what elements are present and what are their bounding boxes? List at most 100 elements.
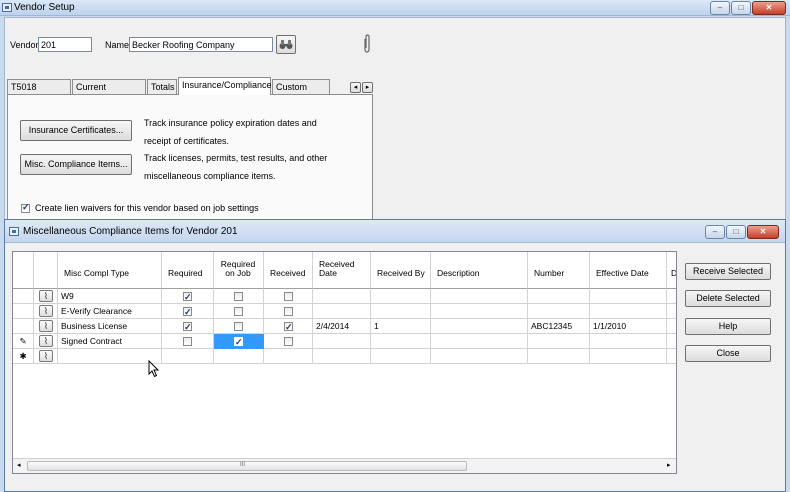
grid-cell-d[interactable]: [667, 349, 676, 364]
grid-cell-required[interactable]: [162, 304, 214, 319]
grid-cell-number[interactable]: [528, 289, 590, 304]
grid-cell-d[interactable]: [667, 319, 676, 334]
grid-cell-received[interactable]: [264, 319, 313, 334]
vendor-name-input[interactable]: [129, 37, 273, 52]
scroll-right-icon[interactable]: ▸: [667, 461, 671, 469]
col-header-effective-date[interactable]: Effective Date: [590, 252, 667, 289]
dialog-minimize-icon[interactable]: –: [705, 225, 725, 239]
grid-cell-d[interactable]: [667, 334, 676, 349]
grid-cell-type[interactable]: Business License: [58, 319, 162, 334]
checkbox-received[interactable]: [284, 307, 293, 316]
grid-cell-effective-date[interactable]: [590, 289, 667, 304]
delete-selected-button[interactable]: Delete Selected: [685, 290, 771, 307]
checkbox-received[interactable]: [284, 292, 293, 301]
grid-cell-description[interactable]: [431, 289, 528, 304]
tab-totals[interactable]: Totals: [147, 79, 177, 95]
grid-cell-received-date[interactable]: [313, 349, 371, 364]
grid-cell-received-date[interactable]: [313, 304, 371, 319]
tab-scroll-right-icon[interactable]: ▸: [362, 82, 373, 93]
grid-cell-received-date[interactable]: 2/4/2014: [313, 319, 371, 334]
paperclip-attachment-icon[interactable]: [362, 34, 372, 54]
tab-current-balances[interactable]: Current Balances: [72, 79, 146, 107]
scroll-left-icon[interactable]: ◂: [17, 461, 21, 469]
grid-cell-number[interactable]: [528, 304, 590, 319]
col-header-required-on-job[interactable]: Required on Job: [214, 252, 264, 289]
dialog-close-icon[interactable]: ✕: [747, 225, 779, 239]
paperclip-icon[interactable]: ⌇: [39, 335, 53, 347]
col-header-required[interactable]: Required: [162, 252, 214, 289]
close-button[interactable]: Close: [685, 345, 771, 362]
grid-cell-received-by[interactable]: [371, 304, 431, 319]
grid-cell-received[interactable]: [264, 289, 313, 304]
grid-cell-type[interactable]: [58, 349, 162, 364]
checkbox-received[interactable]: [284, 337, 293, 346]
grid-cell-effective-date[interactable]: [590, 334, 667, 349]
grid-cell-required-on-job[interactable]: [214, 289, 264, 304]
grid-cell-number[interactable]: [528, 349, 590, 364]
checkbox-required[interactable]: [183, 320, 192, 333]
checkbox-required-on-job[interactable]: [234, 335, 243, 348]
paperclip-icon[interactable]: ⌇: [39, 350, 53, 362]
grid-cell-received-date[interactable]: [313, 289, 371, 304]
paperclip-icon[interactable]: ⌇: [39, 305, 53, 317]
grid-cell-received-by[interactable]: [371, 349, 431, 364]
grid-cell-description[interactable]: [431, 334, 528, 349]
grid-cell-required[interactable]: [162, 289, 214, 304]
checkbox-received[interactable]: [284, 320, 293, 333]
grid-cell-received[interactable]: [264, 304, 313, 319]
horizontal-scrollbar[interactable]: ◂ III ▸: [13, 458, 676, 473]
vendor-number-input[interactable]: [38, 37, 92, 52]
grid-cell-number[interactable]: ABC12345: [528, 319, 590, 334]
misc-compliance-items-button[interactable]: Misc. Compliance Items...: [20, 154, 132, 175]
col-header-received-date[interactable]: Received Date: [313, 252, 371, 289]
tab-scroll-left-icon[interactable]: ◂: [350, 82, 361, 93]
insurance-certificates-button[interactable]: Insurance Certificates...: [20, 120, 132, 141]
scroll-thumb[interactable]: III: [27, 461, 467, 471]
grid-cell-received-by[interactable]: [371, 334, 431, 349]
grid-cell-required[interactable]: [162, 334, 214, 349]
grid-cell-description[interactable]: [431, 319, 528, 334]
grid-cell-required[interactable]: [162, 319, 214, 334]
grid-cell-effective-date[interactable]: [590, 304, 667, 319]
grid-cell-type[interactable]: Signed Contract: [58, 334, 162, 349]
grid-cell-d[interactable]: [667, 304, 676, 319]
col-header-received-by[interactable]: Received By: [371, 252, 431, 289]
grid-cell-description[interactable]: [431, 304, 528, 319]
help-button[interactable]: Help: [685, 318, 771, 335]
paperclip-icon[interactable]: ⌇: [39, 320, 53, 332]
col-header-misc-compl-type[interactable]: Misc Compl Type: [58, 252, 162, 289]
grid-cell-d[interactable]: [667, 289, 676, 304]
grid-cell-required-on-job[interactable]: [214, 319, 264, 334]
col-header-description[interactable]: Description: [431, 252, 528, 289]
tab-t5018-settings[interactable]: T5018 Settings: [7, 79, 71, 107]
close-icon[interactable]: ✕: [752, 1, 786, 15]
binoculars-lookup-button[interactable]: [276, 35, 296, 54]
dialog-maximize-icon[interactable]: □: [726, 225, 746, 239]
col-header-number[interactable]: Number: [528, 252, 590, 289]
grid-cell-received[interactable]: [264, 349, 313, 364]
grid-cell-effective-date[interactable]: 1/1/2010: [590, 319, 667, 334]
checkbox-required[interactable]: [183, 305, 192, 318]
checkbox-required[interactable]: [183, 337, 192, 346]
checkbox-required[interactable]: [183, 290, 192, 303]
grid-cell-required-on-job[interactable]: [214, 349, 264, 364]
grid-cell-required[interactable]: [162, 349, 214, 364]
grid-cell-type[interactable]: E-Verify Clearance: [58, 304, 162, 319]
grid-cell-received[interactable]: [264, 334, 313, 349]
grid-cell-required-on-job[interactable]: [214, 334, 264, 349]
col-header-received[interactable]: Received: [264, 252, 313, 289]
grid-cell-received-by[interactable]: [371, 289, 431, 304]
grid-cell-number[interactable]: [528, 334, 590, 349]
col-header-d[interactable]: D: [667, 252, 676, 289]
checkbox-required-on-job[interactable]: [234, 322, 243, 331]
receive-selected-button[interactable]: Receive Selected: [685, 263, 771, 280]
grid-cell-effective-date[interactable]: [590, 349, 667, 364]
grid-cell-received-date[interactable]: [313, 334, 371, 349]
tab-insurance-compliance[interactable]: Insurance/Compliance: [178, 77, 272, 95]
grid-cell-required-on-job[interactable]: [214, 304, 264, 319]
grid-cell-description[interactable]: [431, 349, 528, 364]
minimize-icon[interactable]: –: [710, 1, 730, 15]
paperclip-icon[interactable]: ⌇: [39, 290, 53, 302]
grid-cell-type[interactable]: W9: [58, 289, 162, 304]
grid-cell-received-by[interactable]: 1: [371, 319, 431, 334]
